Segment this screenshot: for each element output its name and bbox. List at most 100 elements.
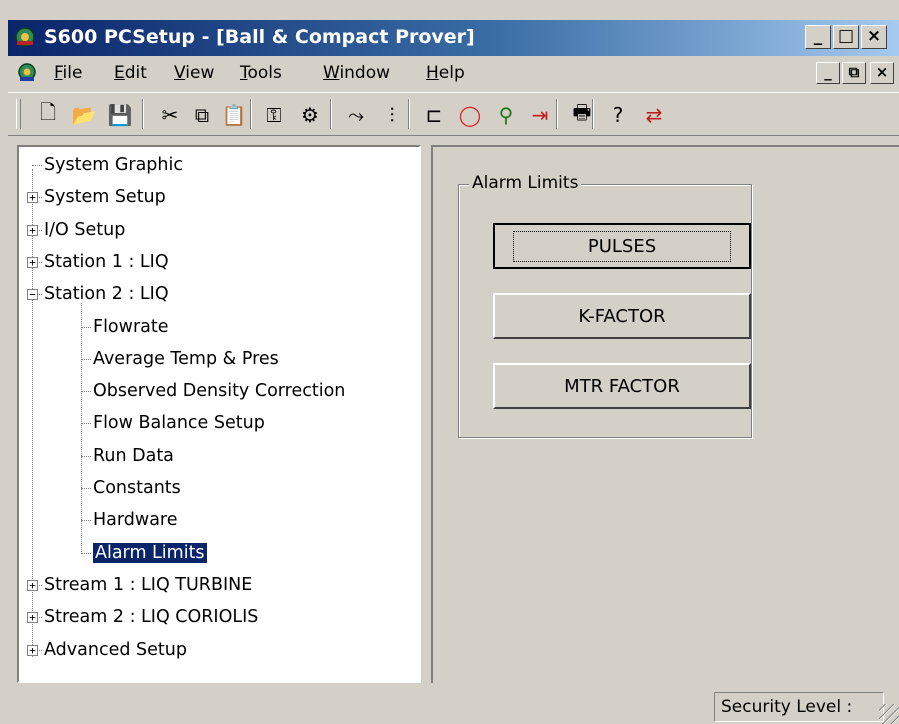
copy-icon[interactable]: ⧉ [188, 101, 216, 129]
expand-icon[interactable]: + [27, 579, 38, 591]
sliders-icon[interactable]: ⫶ [378, 101, 406, 129]
tree-item-label: Observed Density Correction [93, 381, 346, 402]
tree-connector [81, 455, 91, 457]
content-pane: Alarm Limits PULSES K-FACTOR MTR FACTOR [431, 145, 899, 683]
toolbar-separator [556, 99, 558, 129]
menu-edit[interactable]: Edit [114, 63, 147, 83]
toolbar-grip[interactable] [16, 99, 21, 129]
menu-help[interactable]: Help [426, 63, 465, 83]
tree-item[interactable]: Stream 1 : LIQ TURBINE [44, 570, 252, 600]
tree-item[interactable]: Advanced Setup [44, 635, 187, 665]
tree-item-label: System Graphic [44, 155, 183, 175]
open-folder-icon[interactable]: 📂 [70, 101, 98, 129]
toolbar-separator [408, 99, 410, 129]
pulses-button[interactable]: PULSES [493, 223, 751, 269]
expand-icon[interactable]: + [27, 612, 38, 624]
transfer-icon[interactable]: ⇄ [640, 101, 668, 129]
mtr-factor-button-label: MTR FACTOR [564, 375, 680, 397]
tree-item-label: Stream 1 : LIQ TURBINE [44, 574, 253, 595]
tree-item[interactable]: Average Temp & Pres [93, 344, 279, 374]
mtr-factor-button[interactable]: MTR FACTOR [493, 363, 751, 409]
help-icon[interactable]: ? [604, 101, 632, 129]
tree-item[interactable]: System Setup [44, 182, 166, 212]
plug-icon[interactable]: ⊏ [420, 101, 448, 129]
toolbar-separator [142, 99, 144, 129]
menu-file[interactable]: File [54, 63, 82, 83]
navigation-tree[interactable]: System Graphic + System Setup + I/O Setup + St… [17, 145, 421, 683]
menu-accelerator: V [174, 63, 186, 83]
tree-item-label: Constants [93, 478, 181, 498]
connect-icon[interactable]: ⚙ [296, 101, 324, 129]
tree-item[interactable]: Stream 2 : LIQ CORIOLIS [44, 602, 258, 632]
minimize-button[interactable]: _ [805, 25, 831, 49]
menu-window[interactable]: Window [323, 63, 390, 83]
status-bar: Security Level : [8, 688, 899, 724]
network-icon[interactable]: ⤳ [342, 101, 370, 129]
new-file-icon[interactable]: 🗋 [34, 100, 62, 129]
window-title: S600 PCSetup - [Ball & Compact Prover] [44, 26, 475, 48]
doc-restore-button[interactable]: ⧉ [842, 62, 866, 84]
tree-item-label: System Setup [44, 187, 166, 208]
tree-item[interactable]: System Graphic [44, 150, 183, 180]
menu-accelerator: W [323, 63, 340, 83]
app-icon[interactable] [14, 26, 36, 48]
alarm-limits-group: Alarm Limits PULSES K-FACTOR MTR FACTOR [458, 173, 752, 438]
k-factor-button[interactable]: K-FACTOR [493, 293, 751, 339]
doc-minimize-button[interactable]: _ [816, 62, 840, 84]
menu-tools[interactable]: Tools [240, 63, 282, 83]
tree-connector [81, 358, 91, 360]
tree-connector [81, 423, 91, 425]
tree-item[interactable]: Flow Balance Setup [93, 408, 265, 438]
ring-icon[interactable]: ◯ [456, 101, 484, 129]
save-icon[interactable]: 💾 [106, 101, 134, 129]
tree-item-label: Alarm Limits [93, 542, 207, 563]
tree-connector [81, 303, 82, 554]
document-icon[interactable] [16, 62, 38, 84]
group-label: Alarm Limits [469, 173, 582, 193]
close-button[interactable]: × [861, 25, 887, 49]
tree-item[interactable]: Constants [93, 473, 181, 503]
arrow-bar-icon[interactable]: ⇥ [526, 101, 554, 129]
expand-icon[interactable]: + [27, 256, 38, 268]
tree-item-label: Station 1 : LIQ [44, 251, 169, 272]
toolbar-separator [592, 99, 594, 129]
tree-connector [81, 552, 91, 554]
security-level-panel: Security Level : [714, 692, 884, 722]
cut-icon[interactable]: ✂ [156, 101, 184, 129]
tree-item-label: Run Data [93, 445, 174, 466]
menu-accelerator: T [240, 63, 248, 83]
toolbar-separator [330, 99, 332, 129]
tree-item-label: I/O Setup [44, 219, 126, 240]
menu-view[interactable]: View [174, 63, 214, 83]
key-icon[interactable]: ⚿ [260, 101, 288, 129]
tree-item[interactable]: Station 2 : LIQ [44, 279, 169, 309]
tree-item[interactable]: Observed Density Correction [93, 376, 345, 406]
tree-item[interactable]: Alarm Limits [93, 538, 207, 568]
tree-item-label: Station 2 : LIQ [44, 284, 169, 305]
tree-item[interactable]: Run Data [93, 441, 174, 471]
tree-item-label: Flowrate [93, 316, 169, 337]
doc-close-button[interactable]: × [870, 62, 894, 84]
expand-icon[interactable]: + [27, 192, 38, 204]
tree-item-label: Flow Balance Setup [93, 413, 265, 434]
expand-icon[interactable]: + [27, 224, 38, 236]
tree-connector [81, 488, 91, 489]
pulses-button-label: PULSES [512, 230, 732, 262]
pane-splitter[interactable] [421, 145, 431, 683]
menu-accelerator: H [426, 63, 439, 83]
tree-connector [32, 165, 42, 166]
expand-icon[interactable]: + [27, 644, 38, 656]
tree-item[interactable]: Hardware [93, 505, 178, 535]
title-bar[interactable]: S600 PCSetup - [Ball & Compact Prover] _… [8, 20, 899, 56]
paste-icon[interactable]: 📋 [220, 101, 248, 129]
collapse-icon[interactable]: − [27, 289, 38, 301]
menu-accelerator: E [114, 63, 125, 83]
menu-bar: File Edit View Tools Window Help _ ⧉ × [8, 56, 899, 90]
tree-item[interactable]: Flowrate [93, 312, 169, 342]
resize-grip[interactable] [879, 704, 899, 724]
maximize-button[interactable]: □ [833, 25, 859, 49]
tree-item[interactable]: I/O Setup [44, 215, 125, 245]
tree-item[interactable]: Station 1 : LIQ [44, 247, 169, 277]
signal-icon[interactable]: ⚲ [492, 101, 520, 129]
tree-item-label: Advanced Setup [44, 639, 187, 660]
